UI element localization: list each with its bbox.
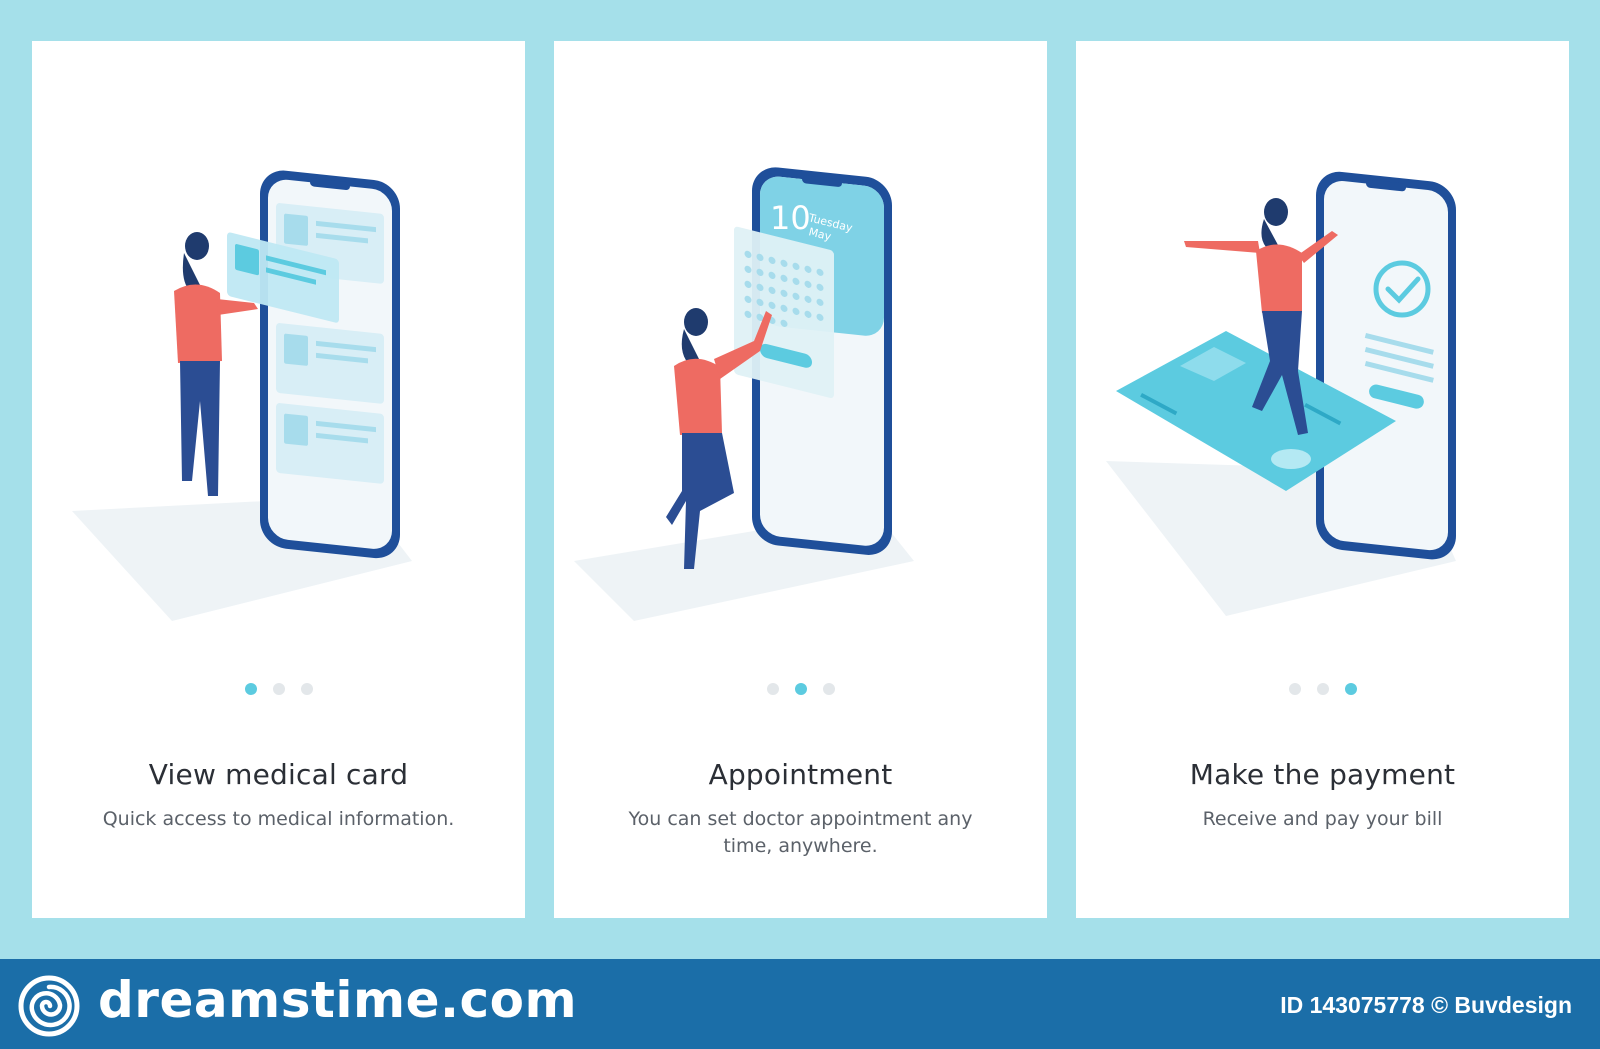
slide-title: View medical card [148, 758, 409, 791]
pagination-dots[interactable] [554, 683, 1047, 695]
pagination-dot-1[interactable] [1288, 683, 1301, 695]
calendar-day: 10 [770, 199, 811, 237]
pagination-dot-3[interactable] [822, 683, 835, 695]
spiral-icon [18, 975, 80, 1037]
slide-description: Receive and pay your bill [1202, 808, 1443, 830]
brand-wordmark: dreamstime.com [98, 971, 578, 1029]
image-credit: ID 143075778 © Buvdesign [1280, 992, 1572, 1018]
watermark-footer: dreamstime.com ID 143075778 © Buvdesign [0, 959, 1600, 1049]
onboarding-card-appointment: 10 Tuesday May Appointment You can set d… [554, 41, 1047, 918]
slide-title: Make the payment [1189, 758, 1456, 791]
onboarding-card-medical: View medical card Quick access to medica… [32, 41, 525, 918]
pagination-dot-1[interactable] [244, 683, 257, 695]
onboarding-card-payment: Make the payment Receive and pay your bi… [1076, 41, 1569, 918]
appointment-illustration: 10 Tuesday May [574, 167, 914, 621]
pagination-dot-2[interactable] [794, 683, 807, 695]
pagination-dot-3[interactable] [1344, 683, 1357, 695]
medical-card-illustration [72, 170, 412, 621]
slide-description: You can set doctor appointment any time,… [628, 808, 973, 857]
pagination-dots[interactable] [1076, 683, 1569, 695]
pagination-dot-3[interactable] [300, 683, 313, 695]
pagination-dots[interactable] [32, 683, 525, 695]
slide-title: Appointment [708, 758, 893, 791]
slide-description: Quick access to medical information. [102, 808, 455, 830]
pagination-dot-2[interactable] [1316, 683, 1329, 695]
pagination-dot-2[interactable] [272, 683, 285, 695]
pagination-dot-1[interactable] [766, 683, 779, 695]
payment-illustration [1106, 171, 1456, 616]
